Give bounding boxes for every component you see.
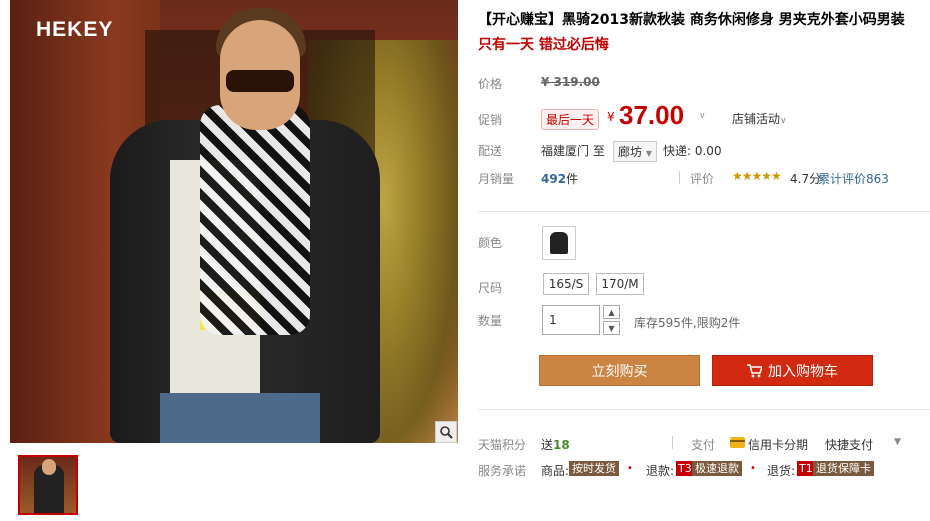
- monthly-sales-label: 月销量: [478, 172, 515, 186]
- star-rating-icon: ★★★★★: [732, 169, 782, 183]
- credit-card-icon: [730, 437, 745, 448]
- goods-label: 商品:: [541, 464, 570, 478]
- product-subtitle: 只有一天 错过必后悔: [478, 37, 609, 53]
- quantity-decrement-button[interactable]: ▼: [603, 321, 620, 335]
- separator-dot-icon: •: [627, 463, 633, 474]
- monthly-sales-count: 492: [541, 172, 567, 186]
- caret-down-icon: ▼: [645, 149, 652, 158]
- on-time-delivery-badge[interactable]: 按时发货: [569, 461, 619, 476]
- caret-down-icon[interactable]: ▼: [894, 437, 901, 447]
- product-main-image[interactable]: HEKEY: [10, 0, 458, 443]
- points-prefix: 送: [541, 438, 554, 452]
- price-label: 价格: [478, 77, 503, 91]
- color-label: 颜色: [478, 236, 503, 250]
- store-activity-label: 店铺活动: [732, 112, 781, 126]
- points-label: 天猫积分: [478, 438, 527, 452]
- stock-info: 库存595件,限购2件: [634, 316, 741, 330]
- credit-installment-option[interactable]: 信用卡分期: [748, 436, 808, 453]
- size-option-165s[interactable]: 165/S: [543, 273, 589, 295]
- shipping-label: 配送: [478, 144, 503, 158]
- jacket-swatch-icon: [550, 232, 568, 254]
- review-count-link[interactable]: 累计评价863: [818, 170, 889, 187]
- separator-dot-icon: •: [750, 463, 756, 474]
- payment-label: 支付: [691, 438, 716, 452]
- zoom-icon[interactable]: [435, 421, 457, 443]
- monthly-sales-unit: 件: [566, 172, 579, 186]
- shipping-fee: 快递: 0.00: [663, 144, 722, 158]
- monthly-sales: 492件: [541, 170, 578, 187]
- model-sunglasses: [226, 70, 294, 92]
- color-option-black[interactable]: [542, 226, 576, 260]
- original-price: ¥ 319.00: [541, 75, 600, 89]
- quantity-label: 数量: [478, 314, 503, 328]
- refund-label: 退款:: [646, 464, 675, 478]
- promo-tag: 最后一天: [541, 109, 600, 130]
- thumbnail-head: [42, 459, 56, 475]
- shipping-destination-select[interactable]: 廊坊 ▼: [613, 141, 657, 162]
- brand-logo: HEKEY: [36, 18, 114, 41]
- rating-score: 4.7分: [790, 172, 822, 186]
- divider: [679, 171, 680, 184]
- fast-refund-badge[interactable]: 极速退款: [692, 461, 742, 476]
- add-to-cart-label: 加入购物车: [768, 363, 838, 380]
- size-option-170m[interactable]: 170/M: [596, 273, 644, 295]
- currency-symbol: ¥: [607, 110, 615, 124]
- buy-now-button[interactable]: 立刻购买: [539, 355, 700, 386]
- divider: [478, 211, 930, 212]
- chevron-down-icon[interactable]: ∨: [699, 111, 711, 123]
- divider: [478, 409, 930, 410]
- product-title: 【开心赚宝】黑骑2013新款秋装 商务休闲修身 男夹克外套小码男装: [478, 12, 905, 28]
- sale-price: 37.00: [619, 100, 685, 130]
- promo-label: 促销: [478, 113, 503, 127]
- model-jeans: [160, 393, 320, 443]
- model-scarf: [200, 105, 310, 335]
- store-activity-dropdown[interactable]: 店铺活动∨: [732, 110, 787, 127]
- rating-label: 评价: [690, 172, 715, 186]
- service-label: 服务承诺: [478, 464, 527, 478]
- divider: [672, 436, 673, 449]
- shipping-destination-value: 廊坊: [618, 145, 643, 159]
- size-label: 尺码: [478, 281, 503, 295]
- product-thumbnail[interactable]: [18, 455, 78, 515]
- return-label: 退货:: [767, 464, 796, 478]
- add-to-cart-button[interactable]: 加入购物车: [712, 355, 873, 386]
- shipping-from: 福建厦门 至: [541, 144, 605, 158]
- points-number: 18: [553, 438, 570, 452]
- quantity-increment-button[interactable]: ▲: [603, 305, 620, 319]
- points-value: 送18: [541, 436, 570, 453]
- chevron-down-icon: ∨: [780, 116, 787, 126]
- return-guarantee-badge[interactable]: 退货保障卡: [813, 461, 874, 476]
- quantity-input[interactable]: 1: [542, 305, 600, 335]
- quick-pay-option[interactable]: 快捷支付: [825, 436, 873, 453]
- original-price-value: ¥ 319.00: [541, 75, 600, 89]
- cart-icon: [747, 363, 762, 378]
